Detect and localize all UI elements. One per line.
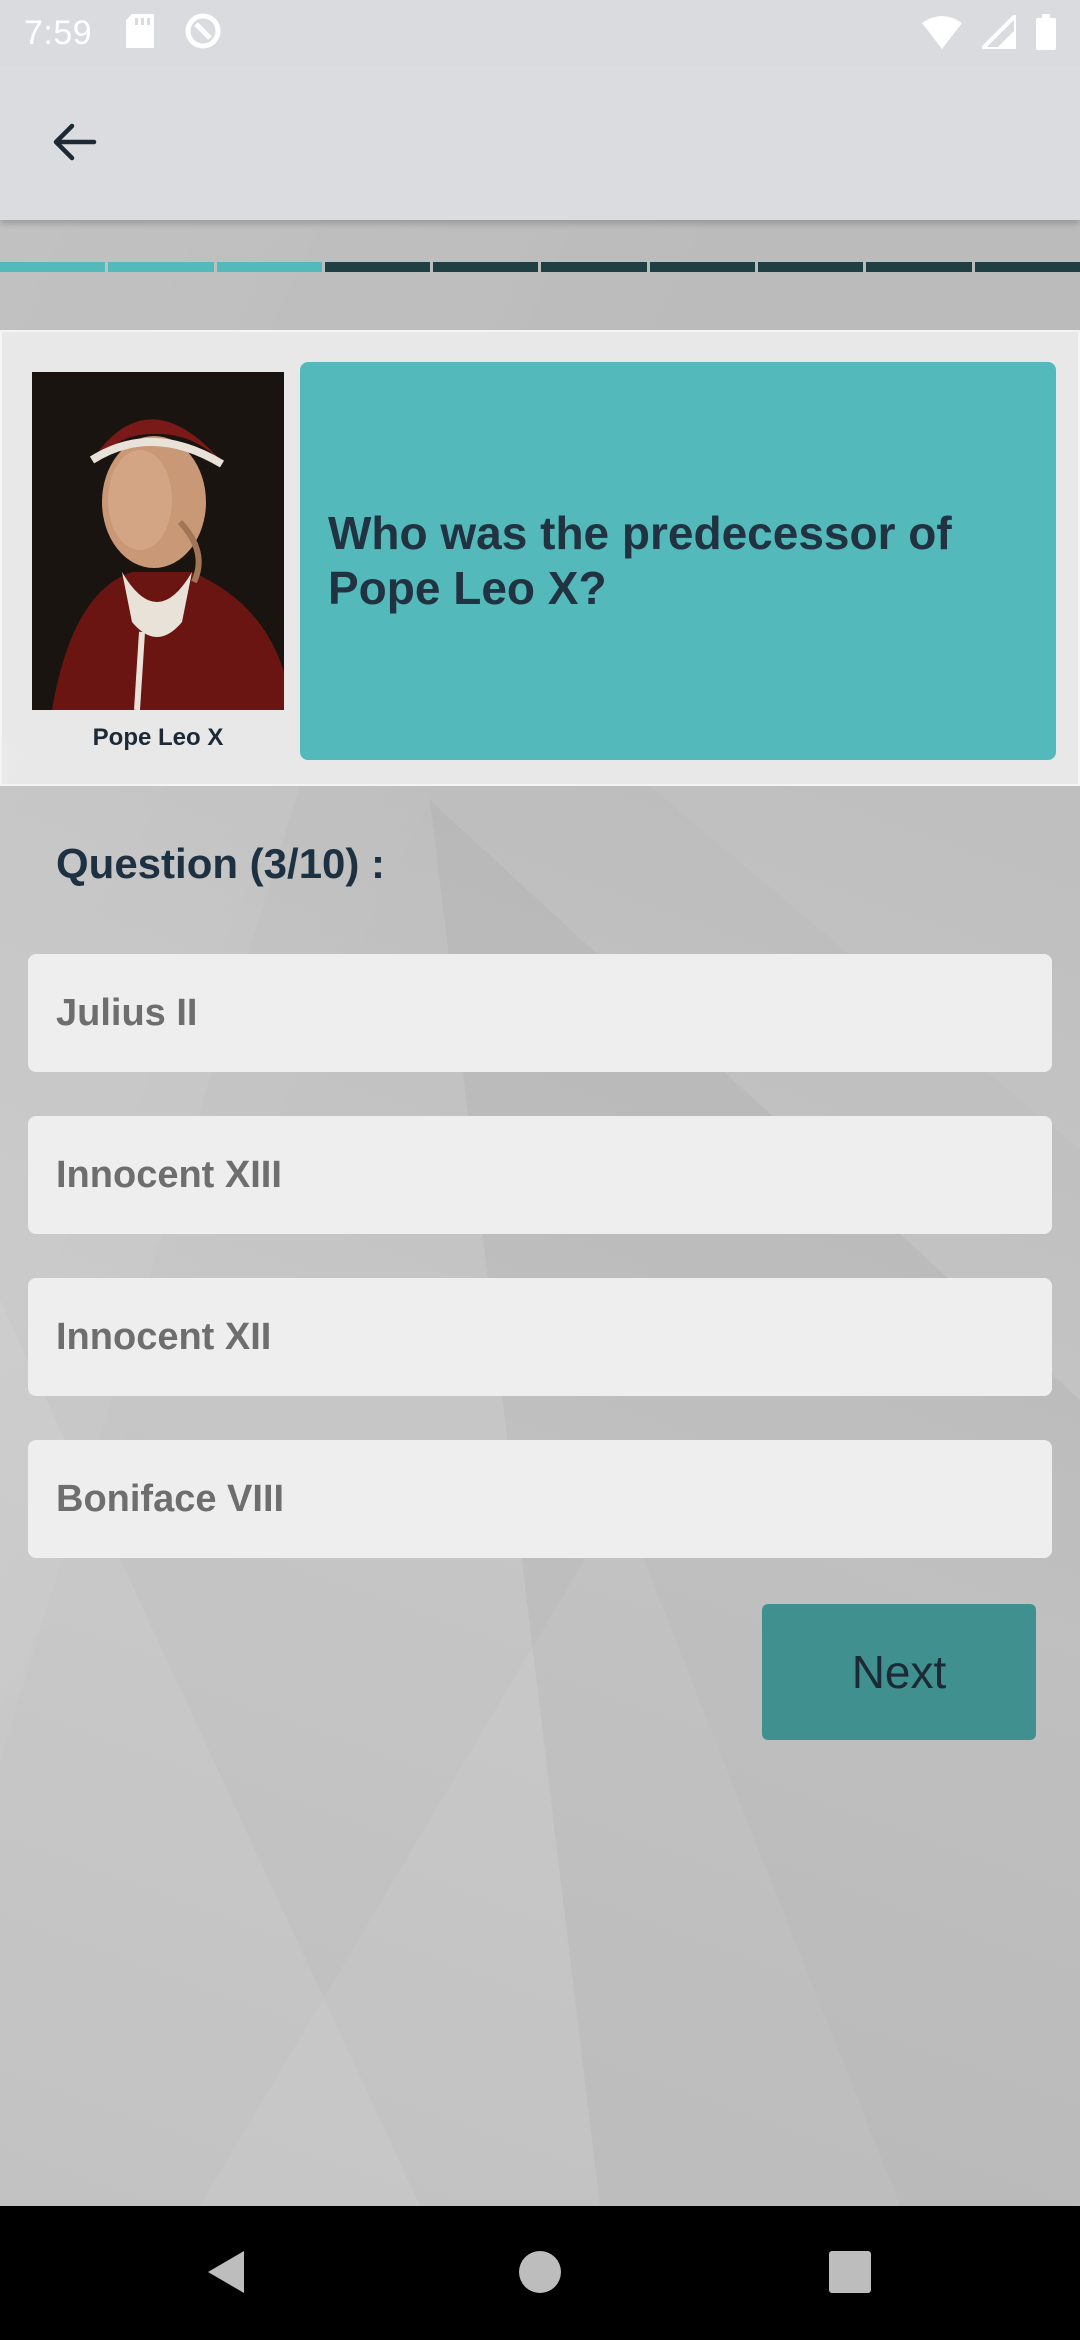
progress-segment [216, 262, 322, 272]
answer-option-4[interactable]: Boniface VIII [28, 1440, 1052, 1558]
arrow-left-icon [50, 122, 98, 167]
answer-option-3[interactable]: Innocent XII [28, 1278, 1052, 1396]
wifi-icon [922, 15, 962, 54]
question-counter: Question (3/10) : [56, 840, 386, 887]
system-nav-bar [0, 2206, 1080, 2340]
back-button[interactable] [36, 106, 112, 182]
portrait-image [32, 372, 284, 710]
progress-segment [433, 262, 539, 272]
answer-option-2[interactable]: Innocent XIII [28, 1116, 1052, 1234]
question-card: Pope Leo X Who was the predecessor of Po… [0, 330, 1080, 786]
progress-segment [541, 262, 647, 272]
portrait-block: Pope Leo X [32, 372, 284, 752]
nav-back-button[interactable] [194, 2242, 258, 2306]
progress-segment [649, 262, 756, 272]
quiz-progress-bar [0, 262, 1080, 272]
progress-segment [974, 262, 1080, 272]
progress-segment [0, 262, 106, 272]
progress-segment [866, 262, 972, 272]
progress-segment [324, 262, 431, 272]
progress-segment [108, 262, 214, 272]
portrait-caption: Pope Leo X [92, 724, 224, 751]
data-saver-icon [184, 12, 222, 55]
status-time: 7:59 [24, 13, 93, 52]
signal-icon [977, 10, 1018, 54]
nav-recents-button[interactable] [818, 2242, 882, 2306]
back-triangle-icon [204, 2249, 248, 2300]
question-text: Who was the predecessor of Pope Leo X? [328, 506, 952, 614]
recents-square-icon [829, 2250, 871, 2298]
progress-segment [758, 262, 864, 272]
app-bar [0, 66, 1080, 220]
next-button[interactable]: Next [762, 1604, 1036, 1740]
status-bar: 7:59 [0, 0, 1080, 66]
question-box: Who was the predecessor of Pope Leo X? [300, 362, 1056, 760]
nav-home-button[interactable] [508, 2242, 572, 2306]
battery-icon [1036, 14, 1056, 55]
home-circle-icon [518, 2250, 562, 2299]
sd-card-icon [126, 13, 155, 53]
answer-option-1[interactable]: Julius II [28, 954, 1052, 1072]
